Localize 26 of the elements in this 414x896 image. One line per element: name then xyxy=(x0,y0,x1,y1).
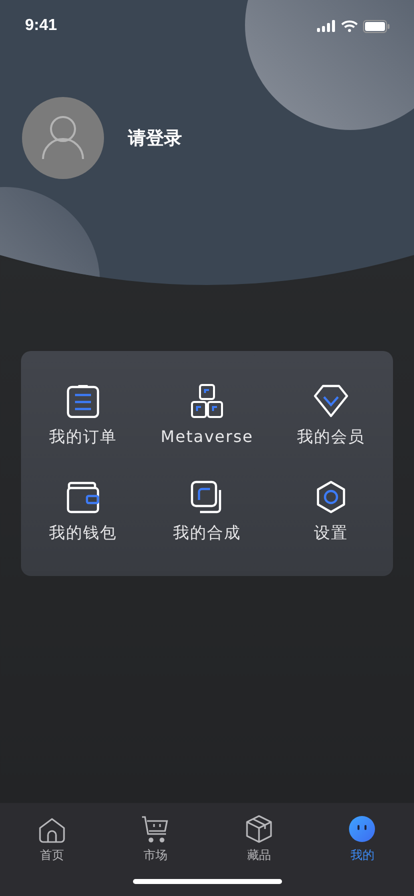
face-icon xyxy=(348,815,376,843)
box-icon xyxy=(246,815,272,843)
tab[interactable]: 藏品 xyxy=(207,803,310,867)
status-time: 9:41 xyxy=(25,17,58,35)
wifi-icon xyxy=(341,20,358,32)
tab[interactable]: 市场 xyxy=(104,803,207,867)
tab[interactable]: 首页 xyxy=(0,803,104,867)
home-icon xyxy=(38,817,66,843)
menu-item[interactable]: 我的订单 xyxy=(21,383,145,448)
battery-icon xyxy=(363,20,390,32)
menu-item[interactable]: 我的合成 xyxy=(145,479,269,544)
overlapping-squares-icon xyxy=(190,480,224,514)
user-icon xyxy=(42,116,84,160)
menu-item[interactable]: 我的会员 xyxy=(269,383,393,448)
clipboard-icon xyxy=(66,384,100,418)
diamond-icon xyxy=(313,384,349,418)
menu-item[interactable]: Metaverse xyxy=(145,383,269,448)
signal-icon xyxy=(317,20,336,32)
menu-item[interactable]: 我的钱包 xyxy=(21,479,145,544)
tab[interactable]: 我的 xyxy=(310,803,414,867)
cart-icon xyxy=(141,815,170,843)
settings-icon xyxy=(315,480,347,514)
wallet-icon xyxy=(66,480,100,514)
cubes-icon xyxy=(190,384,224,418)
login-prompt[interactable]: 请登录 xyxy=(128,126,182,150)
menu-item[interactable]: 设置 xyxy=(269,479,393,544)
